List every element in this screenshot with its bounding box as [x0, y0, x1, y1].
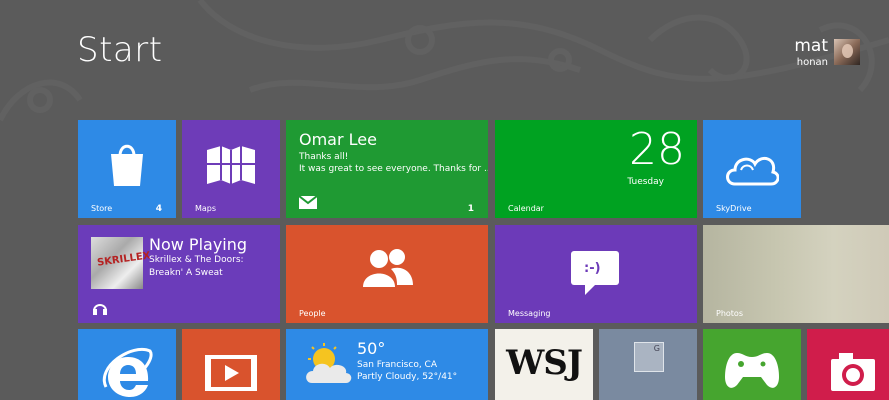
tile-video[interactable]	[182, 329, 280, 400]
album-art-text: SKRILLEX	[96, 250, 152, 269]
tile-store[interactable]: Store 4	[78, 120, 176, 218]
weather-condition: Partly Cloudy, 52°/41°	[357, 372, 458, 382]
tile-messaging[interactable]: :-) Messaging	[495, 225, 697, 323]
people-icon	[363, 249, 413, 287]
now-playing-title: Now Playing	[149, 235, 248, 254]
internet-explorer-icon	[102, 348, 153, 397]
news-glyph: G	[653, 344, 660, 353]
mail-sender: Omar Lee	[299, 130, 377, 149]
shopping-bag-icon	[111, 144, 143, 186]
badge-count: 1	[467, 204, 474, 214]
tile-wsj[interactable]: WSJ	[495, 329, 593, 400]
mail-subject: Thanks all!	[299, 152, 349, 162]
map-icon	[207, 146, 255, 184]
tile-label: Messaging	[508, 309, 551, 318]
emoticon-text: :-)	[584, 261, 601, 276]
tile-mail[interactable]: Omar Lee Thanks all! It was great to see…	[286, 120, 488, 218]
tile-label: Maps	[195, 204, 217, 213]
weather-location: San Francisco, CA	[357, 360, 437, 370]
tile-label: People	[299, 309, 326, 318]
calendar-date: 28	[629, 124, 685, 175]
user-account[interactable]: mat honan	[794, 36, 860, 68]
tile-label: Photos	[716, 309, 743, 318]
cloud-icon	[726, 156, 779, 186]
avatar[interactable]	[834, 39, 860, 65]
user-name: mat	[794, 36, 828, 56]
badge-count: 4	[155, 204, 162, 214]
now-playing-artist: Skrillex & The Doors:	[149, 255, 244, 265]
camera-icon	[831, 353, 875, 391]
wsj-logo-text: WSJ	[506, 343, 583, 383]
tile-people[interactable]: People	[286, 225, 488, 323]
weather-temperature: 50°	[357, 339, 386, 358]
tile-skydrive[interactable]: SkyDrive	[703, 120, 801, 218]
xbox-controller-icon	[725, 353, 779, 388]
envelope-icon	[299, 196, 317, 209]
now-playing-track: Breakn' A Sweat	[149, 268, 223, 278]
mail-preview: It was great to see everyone. Thanks for…	[299, 164, 488, 174]
tile-maps[interactable]: Maps	[182, 120, 280, 218]
headphones-icon	[93, 304, 107, 315]
tile-camera[interactable]	[807, 329, 889, 400]
tile-label: SkyDrive	[716, 204, 752, 213]
partly-cloudy-icon	[306, 343, 352, 383]
tile-photos[interactable]: Photos	[703, 225, 889, 323]
start-title: Start	[77, 30, 163, 70]
tile-weather[interactable]: 50° San Francisco, CA Partly Cloudy, 52°…	[286, 329, 488, 400]
tile-music[interactable]: SKRILLEX Now Playing Skrillex & The Door…	[78, 225, 280, 323]
calendar-day: Tuesday	[627, 177, 664, 187]
user-subtitle: honan	[796, 57, 828, 68]
news-icon: G	[634, 342, 664, 372]
tile-internet-explorer[interactable]	[78, 329, 176, 400]
album-art: SKRILLEX	[91, 237, 151, 289]
tile-label: Calendar	[508, 204, 544, 213]
tile-calendar[interactable]: 28 Tuesday Calendar	[495, 120, 697, 218]
tile-label: Store	[91, 204, 113, 213]
tile-news[interactable]: G	[599, 329, 697, 400]
tile-games[interactable]	[703, 329, 801, 400]
video-play-icon	[205, 355, 257, 391]
